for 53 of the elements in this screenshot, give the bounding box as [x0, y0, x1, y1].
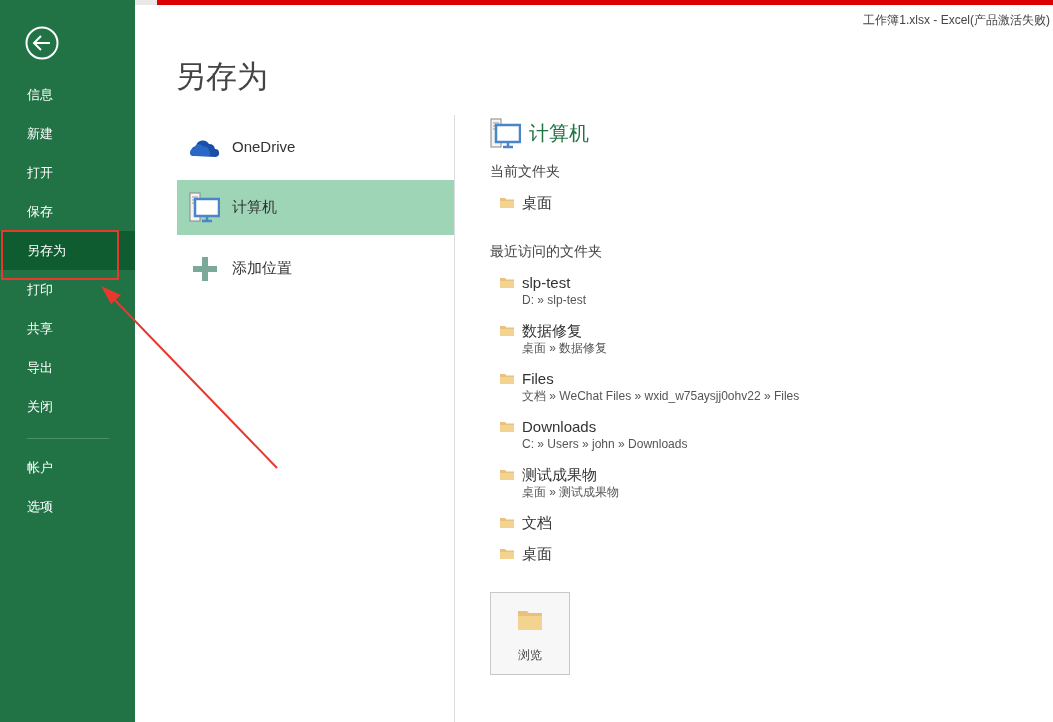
- folder-item[interactable]: Downloads C: » Users » john » Downloads: [490, 416, 800, 452]
- sidebar-item[interactable]: 新建: [0, 114, 135, 153]
- folder-path: 桌面 » 数据修复: [522, 341, 608, 356]
- window-title: 工作簿1.xlsx - Excel(产品激活失败): [863, 12, 1050, 29]
- folder-icon: [499, 275, 515, 291]
- folder-icon: [499, 467, 515, 483]
- folder-name: 桌面: [522, 544, 552, 564]
- computer-icon: [490, 118, 521, 149]
- folder-path: C: » Users » john » Downloads: [522, 437, 688, 452]
- computer-icon: [189, 192, 220, 223]
- location-item[interactable]: 添加位置: [177, 241, 454, 296]
- folder-icon: [499, 195, 515, 211]
- folder-icon: [499, 371, 515, 387]
- folder-path: D: » slp-test: [522, 293, 587, 308]
- folder-name: slp-test: [522, 273, 572, 293]
- location-item[interactable]: OneDrive: [177, 119, 454, 174]
- group-label: 最近访问的文件夹: [490, 243, 603, 261]
- section-heading: 计算机: [529, 121, 589, 146]
- folder-name: 桌面: [522, 193, 552, 213]
- browse-button[interactable]: 浏览: [490, 592, 570, 675]
- folder-item[interactable]: slp-test D: » slp-test: [490, 272, 800, 308]
- folder-name: 数据修复: [522, 321, 583, 341]
- folder-item[interactable]: 桌面: [490, 543, 800, 564]
- sidebar-item[interactable]: 帐户: [0, 448, 135, 487]
- folder-item[interactable]: Files 文档 » WeChat Files » wxid_w75aysjj0ohv22 » Files: [490, 368, 800, 404]
- folder-name: 文档: [522, 513, 552, 533]
- page-title: 另存为: [175, 58, 269, 96]
- sidebar-item[interactable]: 信息: [0, 75, 135, 114]
- folder-icon: [499, 323, 515, 339]
- folder-item[interactable]: 数据修复 桌面 » 数据修复: [490, 320, 800, 356]
- sidebar-item[interactable]: 关闭: [0, 387, 135, 426]
- folder-path: 桌面 » 测试成果物: [522, 485, 620, 500]
- folder-path: 文档 » WeChat Files » wxid_w75aysjj0ohv22 » Files: [522, 389, 800, 404]
- group-label: 当前文件夹: [490, 163, 561, 181]
- plus-icon: [191, 255, 218, 282]
- back-button[interactable]: [25, 26, 59, 60]
- folder-icon: [499, 546, 515, 562]
- sidebar-item[interactable]: 导出: [0, 348, 135, 387]
- sidebar-item[interactable]: 保存: [0, 192, 135, 231]
- sidebar-item[interactable]: 另存为: [0, 231, 135, 270]
- folder-item[interactable]: 桌面: [490, 192, 800, 213]
- sidebar-item[interactable]: 打印: [0, 270, 135, 309]
- folder-item[interactable]: 测试成果物 桌面 » 测试成果物: [490, 464, 800, 500]
- sidebar-item[interactable]: 共享: [0, 309, 135, 348]
- sidebar-item[interactable]: 打开: [0, 153, 135, 192]
- folder-icon: [499, 515, 515, 531]
- location-item[interactable]: 计算机: [177, 180, 454, 235]
- folder-name: 测试成果物: [522, 465, 598, 485]
- folder-name: Downloads: [522, 417, 598, 437]
- sidebar-item[interactable]: 选项: [0, 487, 135, 526]
- folder-name: Files: [522, 369, 555, 389]
- folder-icon: [499, 419, 515, 435]
- folder-item[interactable]: 文档: [490, 512, 800, 533]
